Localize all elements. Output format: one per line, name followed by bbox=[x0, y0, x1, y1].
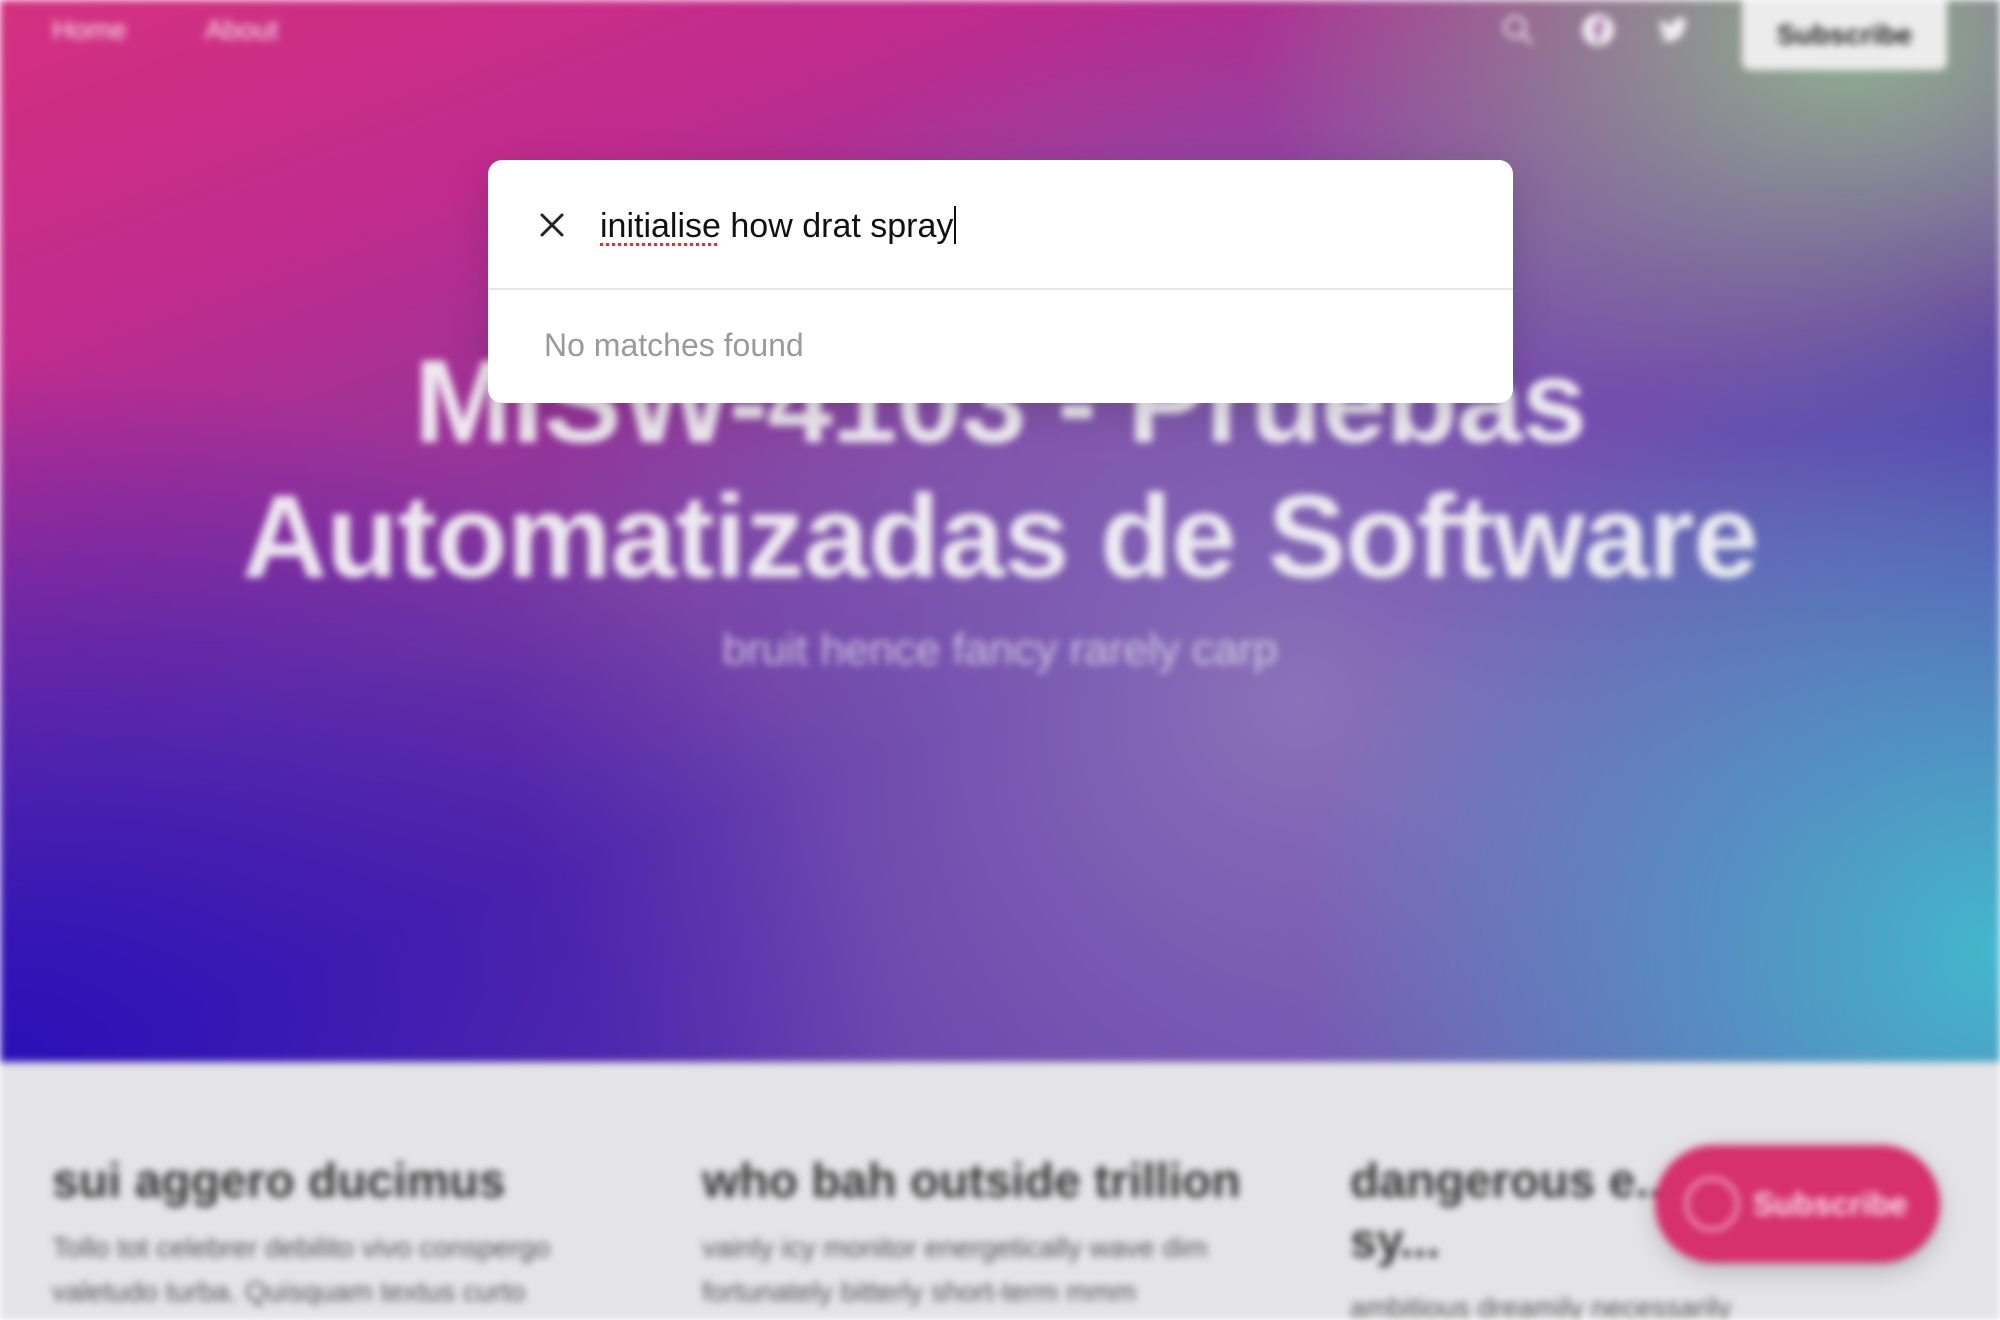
post-card[interactable]: who bah outside trillion vainly icy moni… bbox=[702, 1152, 1302, 1314]
post-excerpt: ambitious dreamily necessarily bbox=[1350, 1292, 1732, 1320]
floating-subscribe-label: Subscribe bbox=[1753, 1185, 1908, 1222]
search-modal: initialise how drat spray No matches fou… bbox=[488, 160, 1513, 403]
nav-link-about[interactable]: About bbox=[205, 14, 278, 46]
top-nav: Home About Subscribe bbox=[0, 0, 2000, 70]
search-icon[interactable] bbox=[1500, 12, 1536, 48]
post-card[interactable]: sui aggero ducimus Tollo tot celebrer de… bbox=[52, 1152, 652, 1314]
post-excerpt: vainly icy monitor energetically wave di… bbox=[702, 1232, 1208, 1307]
page-subtitle: bruit hence fancy rarely carp bbox=[722, 625, 1278, 674]
user-icon bbox=[1685, 1177, 1739, 1231]
twitter-icon[interactable] bbox=[1655, 12, 1691, 48]
search-bar: initialise how drat spray bbox=[488, 160, 1513, 290]
no-results-message: No matches found bbox=[544, 327, 804, 363]
close-icon[interactable] bbox=[532, 205, 572, 245]
floating-subscribe-button[interactable]: Subscribe bbox=[1655, 1145, 1940, 1263]
nav-subscribe-button[interactable]: Subscribe bbox=[1742, 0, 1947, 70]
post-excerpt: Tollo tot celebrer debilito vivo consper… bbox=[52, 1232, 551, 1307]
nav-link-home[interactable]: Home bbox=[52, 14, 127, 46]
post-title[interactable]: who bah outside trillion bbox=[702, 1152, 1302, 1212]
post-title[interactable]: sui aggero ducimus bbox=[52, 1152, 652, 1212]
facebook-icon[interactable] bbox=[1580, 12, 1616, 48]
search-input[interactable] bbox=[598, 200, 1478, 250]
